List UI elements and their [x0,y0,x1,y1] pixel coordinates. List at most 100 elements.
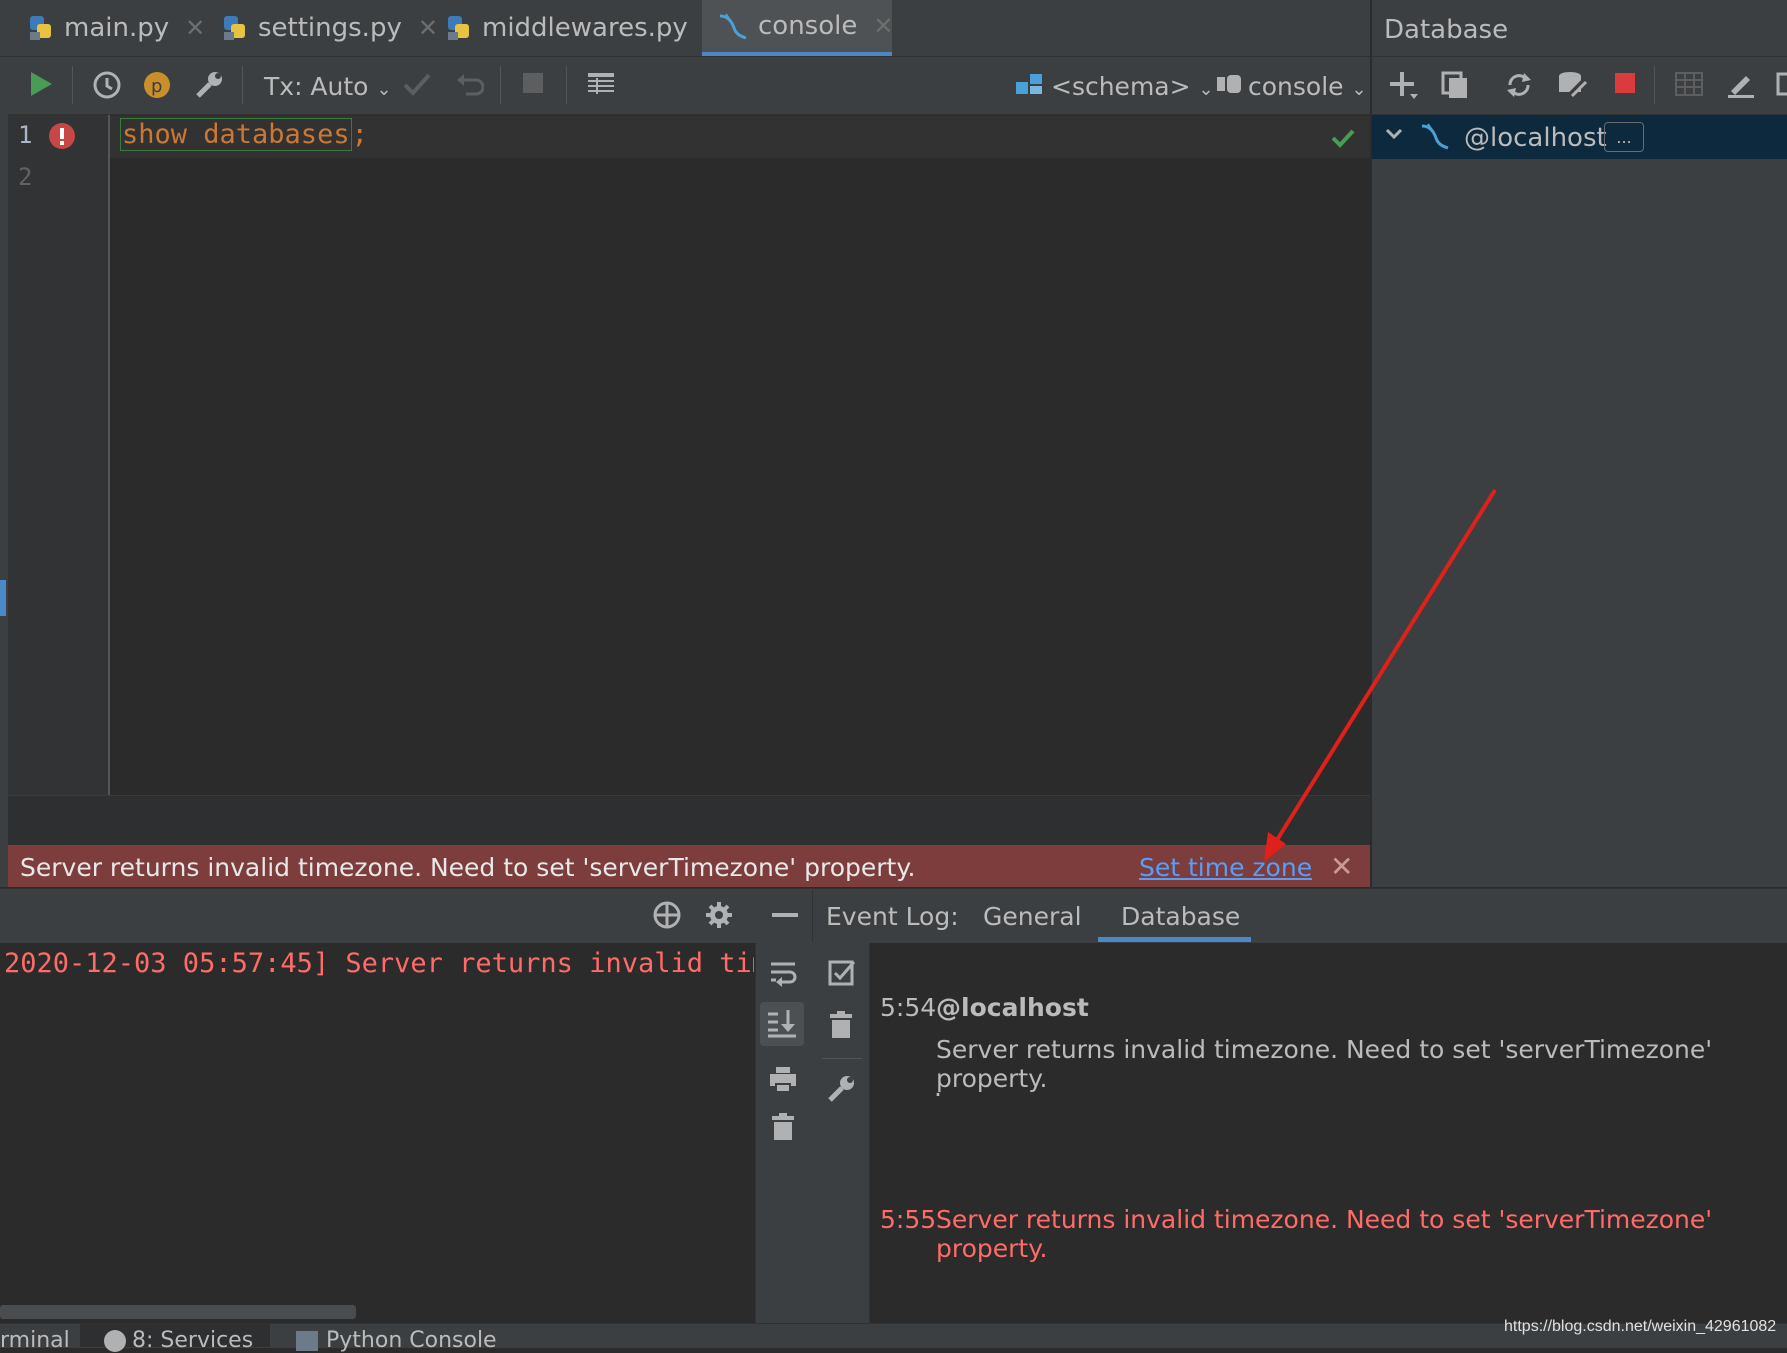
more-options-button[interactable]: ... [1604,122,1644,152]
error-indicator-icon[interactable] [48,122,76,150]
mark-all-read-icon[interactable] [827,958,857,988]
commit-icon[interactable] [402,70,432,98]
separator [822,1058,862,1059]
tool-tab-python-console[interactable]: Python Console [296,1328,497,1353]
run-icon[interactable] [28,70,54,98]
chevron-down-icon: ⌄ [1351,79,1367,100]
log-entry-message: Server returns invalid timezone. Need to… [936,1035,1713,1093]
close-icon[interactable]: ✕ [873,12,893,40]
toolbar-separator [242,66,243,104]
editor-gutter [8,115,110,795]
trash-icon[interactable] [770,1112,796,1142]
services-console-output[interactable] [0,943,755,1323]
session-icon [1214,70,1244,98]
toolbar-separator [566,66,567,104]
settings-wrench-icon[interactable] [194,70,224,100]
schema-icon [1014,70,1044,98]
close-icon[interactable]: ✕ [185,14,205,42]
table-editor-icon[interactable] [1674,70,1704,98]
annotation-arrow [1260,480,1510,870]
mysql-console-icon [718,12,748,40]
sql-editor[interactable] [110,115,1370,795]
tab-database[interactable]: Database [1121,888,1240,942]
rollback-icon[interactable] [454,70,484,98]
tab-settings-py[interactable]: settings.py ✕ [222,0,438,56]
tab-middlewares-py[interactable]: middlewares.py ✕ [446,0,724,56]
tab-label: console [758,11,858,41]
inspection-ok-check-icon [1330,127,1356,149]
disconnect-stop-icon[interactable] [1612,70,1638,96]
gear-icon[interactable] [704,900,734,930]
sql-terminator: ; [351,119,368,150]
tool-tab-terminal[interactable]: rminal [0,1328,70,1353]
print-icon[interactable] [768,1064,798,1094]
trash-icon[interactable] [828,1010,854,1040]
tool-tab-label: Python Console [326,1328,497,1353]
watermark-text: https://blog.csdn.net/weixin_42961082 [1504,1318,1777,1335]
left-tool-strip [0,57,8,887]
chevron-down-icon[interactable] [1384,124,1404,144]
chevron-down-icon: ⌄ [1198,79,1214,100]
python-file-icon [222,14,248,42]
refresh-icon[interactable] [1504,70,1534,100]
settings-wrench-icon[interactable] [826,1074,856,1104]
schema-selector[interactable]: <schema> ⌄ [1051,57,1214,114]
console-error-line: 2020-12-03 05:57:45] Server returns inva… [4,948,754,979]
tab-main-py[interactable]: main.py ✕ [28,0,205,56]
schema-label: <schema> [1051,72,1191,101]
sql-statement[interactable]: show databases; [120,118,368,151]
mysql-datasource-icon [1420,122,1450,150]
line-number: 2 [18,163,33,191]
transaction-mode-dropdown[interactable]: Tx: Auto ⌄ [264,57,392,114]
duplicate-icon[interactable] [1440,70,1470,100]
chevron-down-icon: ⌄ [376,79,392,100]
horizontal-scrollbar[interactable] [0,1305,356,1319]
banner-message: Server returns invalid timezone. Need to… [20,853,916,882]
panel-divider [812,890,813,942]
log-entry-time: 5:54 [880,993,937,1022]
tool-tab-services[interactable]: 8: Services [104,1328,253,1353]
session-label: console [1248,72,1344,101]
toolbar-separator [1654,66,1655,104]
log-entry-source: @localhost [936,993,1089,1022]
services-icon [104,1330,126,1352]
tool-strip-indicator [0,580,6,616]
active-tab-underline [1098,937,1251,942]
history-icon[interactable] [92,70,122,100]
session-selector[interactable]: console ⌄ [1248,57,1367,114]
tab-general[interactable]: General [983,888,1082,942]
soft-wrap-icon[interactable] [768,958,798,988]
svg-text:p: p [151,76,162,97]
sql-keyword: show databases [120,118,352,151]
add-icon[interactable] [1388,70,1420,100]
edit-pencil-icon[interactable] [1726,70,1756,98]
transaction-mode-label: Tx: Auto [264,72,369,101]
tab-label: main.py [64,13,170,43]
tab-console[interactable]: console ✕ [702,0,893,56]
database-panel-title: Database [1384,15,1509,45]
editor-footer [8,795,1370,846]
log-entry-extra: . [934,1073,942,1102]
datasource-name: @localhost [1464,123,1607,153]
tab-label: settings.py [258,13,402,43]
python-console-icon [296,1331,318,1351]
console-jump-icon[interactable] [1776,70,1787,98]
minimize-icon[interactable] [772,913,798,917]
python-file-icon [446,14,472,42]
log-entry-time: 5:55 [880,1205,937,1234]
tool-tab-label: 8: Services [132,1328,254,1353]
stop-icon[interactable] [520,70,546,96]
toolbar-separator [72,66,73,104]
parameters-icon[interactable]: p [142,70,172,100]
output-table-icon[interactable] [586,70,616,98]
scroll-to-end-button[interactable] [760,1002,804,1046]
crosshair-icon[interactable] [652,900,682,930]
event-log-actions-column [812,943,870,1323]
log-entry-message: Server returns invalid timezone. Need to… [936,1205,1713,1263]
python-file-icon [28,14,54,42]
toolbar-separator [500,66,501,104]
event-log-title: Event Log: [826,902,959,931]
data-source-properties-icon[interactable] [1556,70,1588,100]
close-icon[interactable]: ✕ [418,14,438,42]
tab-label: middlewares.py [482,13,688,43]
